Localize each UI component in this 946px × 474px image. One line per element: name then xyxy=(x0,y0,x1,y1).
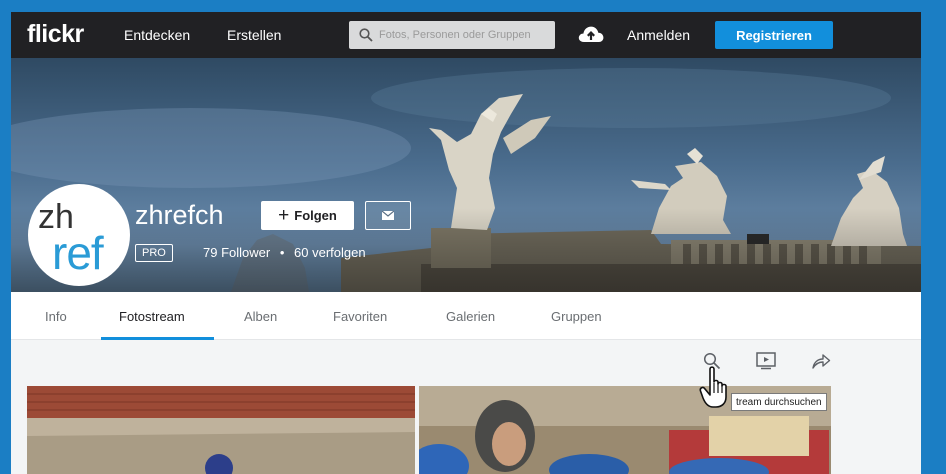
plus-icon: + xyxy=(278,204,290,226)
search-box[interactable] xyxy=(349,21,555,49)
profile-username: zhrefch xyxy=(135,200,224,230)
tab-photostream[interactable]: Fotostream xyxy=(119,309,185,324)
tab-galleries[interactable]: Galerien xyxy=(446,309,495,324)
cover-photo: zh ref zhrefch + Folgen PRO 79 Follower … xyxy=(11,58,921,292)
tab-favorites[interactable]: Favoriten xyxy=(333,309,387,324)
tab-albums[interactable]: Alben xyxy=(244,309,277,324)
tooltip: tream durchsuchen xyxy=(731,393,827,411)
message-button[interactable] xyxy=(365,201,411,230)
active-tab-indicator xyxy=(101,337,214,340)
avatar-text-ref: ref xyxy=(52,227,104,279)
flickr-logo[interactable]: flickr xyxy=(27,20,84,49)
slideshow-icon[interactable] xyxy=(756,352,776,370)
nav-explore[interactable]: Entdecken xyxy=(124,27,190,43)
photo-tile[interactable] xyxy=(27,386,415,474)
share-icon[interactable] xyxy=(811,352,831,370)
search-icon xyxy=(359,28,373,42)
tab-info[interactable]: Info xyxy=(45,309,67,324)
stats-separator: • xyxy=(279,245,285,260)
browser-viewport: flickr Entdecken Erstellen Anmelden Regi… xyxy=(11,12,921,474)
signin-link[interactable]: Anmelden xyxy=(627,27,690,43)
mail-icon xyxy=(382,211,394,220)
following-count[interactable]: 60 verfolgen xyxy=(294,245,366,260)
top-navigation: flickr Entdecken Erstellen Anmelden Regi… xyxy=(11,12,921,58)
followers-count[interactable]: 79 Follower xyxy=(203,245,270,260)
profile-tabs: Info Fotostream Alben Favoriten Galerien… xyxy=(11,292,921,340)
avatar[interactable]: zh ref xyxy=(28,184,130,286)
tab-groups[interactable]: Gruppen xyxy=(551,309,602,324)
nav-create[interactable]: Erstellen xyxy=(227,27,281,43)
register-button[interactable]: Registrieren xyxy=(715,21,833,49)
search-input[interactable] xyxy=(379,29,549,41)
pro-badge: PRO xyxy=(135,244,173,262)
follow-button[interactable]: + Folgen xyxy=(261,201,354,230)
cloud-upload-icon[interactable] xyxy=(577,23,605,45)
profile-stats: 79 Follower • 60 verfolgen xyxy=(203,245,366,260)
hand-pointer-icon xyxy=(699,366,727,408)
follow-label: Folgen xyxy=(294,208,337,223)
photo-image xyxy=(27,386,415,474)
